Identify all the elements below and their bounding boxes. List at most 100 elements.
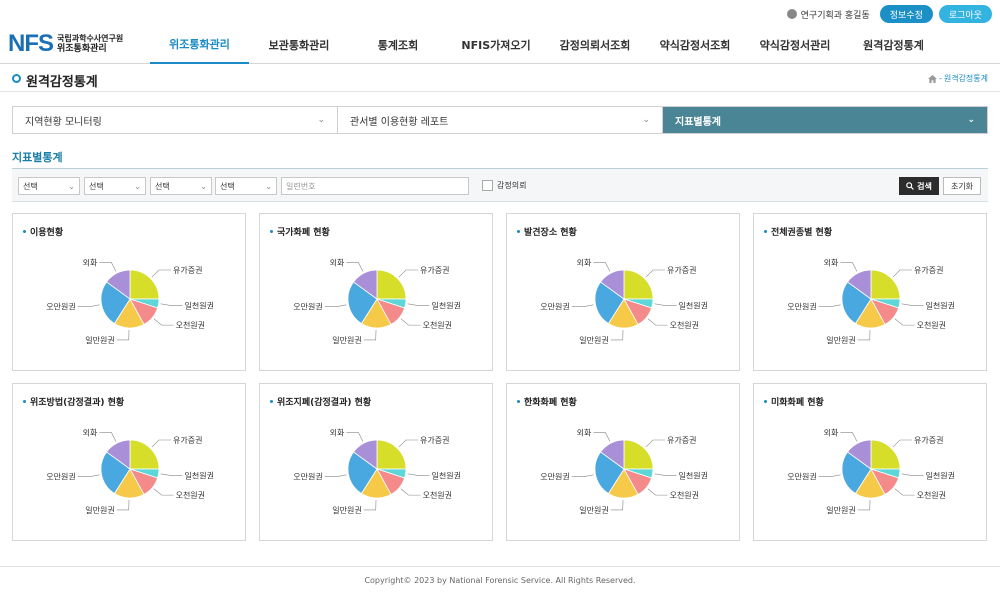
card-title-text: 국가화폐 현황 [277,228,330,238]
slice-label: 일천원권 [184,470,213,480]
logo[interactable]: NFS 국립과학수사연구원 위조통화관리 [8,30,123,58]
slice-leader-line [400,318,421,326]
bullet-icon [764,230,767,233]
user-name: 연구기획과 홍길동 [800,10,870,21]
title-ring-icon [12,74,21,83]
filter-select-1-value: 선택 [23,181,38,191]
slice-leader-line [645,439,665,448]
nav-item-2[interactable]: 보관통화관리 [249,26,349,64]
pie-chart: 유가증권일천원권오천원권일만원권 오만원권 외화 [540,427,708,515]
slice-leader-line [407,473,430,476]
chart-card: 이용현황 유가증권 일천원권 오천원권 일만원권 오만원권 외화 [12,213,246,371]
slice-label: 외화 [824,427,839,437]
slice-label: 일천원권 [184,300,213,310]
nav-item-7[interactable]: 약식감정서관리 [745,26,845,64]
slice-label: 일천원권 [678,470,707,480]
slice-label: 유가증권 [914,435,943,445]
chevron-down-icon: ⌄ [642,115,650,125]
card-title: 위조방법(감정결과) 현황 [23,395,124,408]
bullet-icon [517,400,520,403]
slice-leader-line [593,432,611,442]
pie-chart: 유가증권일천원권오천원권일만원권 오만원권 외화 [46,257,214,345]
slice-leader-line [901,303,924,306]
slice-label: 오천원권 [423,320,452,330]
slice-leader-line [857,499,871,511]
filter-select-4[interactable]: 선택 ⌄ [215,177,277,195]
user-icon [786,9,797,19]
slice-label: 외화 [83,257,98,267]
card-title: 발견장소 현황 [517,225,577,238]
nav-item-5[interactable]: 감정의뢰서조회 [545,26,645,64]
tab-bar: 지역현황 모니터링 ⌄ 관서별 이용현황 레포트 ⌄ 지표별통계 ⌄ [12,106,988,134]
slice-label: 일만원권 [579,335,608,345]
appraisal-request-checkbox[interactable]: 감정의뢰 [482,180,526,191]
slice-label: 일만원권 [826,335,855,345]
slice-leader-line [160,303,183,306]
slice-label: 일만원권 [332,505,361,515]
nav-item-8[interactable]: 원격감정통계 [845,26,942,64]
slice-label: 일만원권 [826,505,855,515]
footer: Copyright© 2023 by National Forensic Ser… [0,566,1000,592]
checkbox-box[interactable] [482,180,493,191]
slice-leader-line [400,488,421,496]
slice-label: 유가증권 [420,265,449,275]
card-title: 국가화폐 현황 [270,225,330,238]
bullet-icon [270,230,273,233]
slice-label: 외화 [577,427,592,437]
slice-leader-line [324,474,347,477]
slice-leader-line [151,439,171,448]
pie-chart: 유가증권일천원권오천원권일만원권 오만원권 외화 [46,427,214,515]
chart-card: 발견장소 현황 유가증권 일천원권 오천원권 일만원권 오만원권 외화 [506,213,740,371]
card-title: 미화화폐 현황 [764,395,824,408]
logo-text: 국립과학수사연구원 위조통화관리 [57,34,123,54]
reset-button[interactable]: 초기화 [943,177,981,195]
slice-leader-line [324,304,347,307]
logout-button[interactable]: 로그아웃 [938,5,992,23]
logo-line2: 위조통화관리 [57,44,107,54]
card-title-text: 위조지폐(감정결과) 현황 [277,398,372,408]
edit-profile-button[interactable]: 정보수정 [879,5,933,23]
bullet-icon [517,230,520,233]
nav-item-4[interactable]: NFIS가져오기 [447,26,545,64]
slice-leader-line [654,303,677,306]
utility-bar: 연구기획과 홍길동 정보수정 로그아웃 [786,4,992,24]
chart-card: 전체권종별 현황 유가증권 일천원권 오천원권 일만원권 오만원권 외화 [753,213,987,371]
slice-label: 유가증권 [914,265,943,275]
slice-label: 일만원권 [332,335,361,345]
slice-label: 외화 [824,257,839,267]
slice-label: 유가증권 [667,435,696,445]
nav-item-3[interactable]: 통계조회 [349,26,447,64]
pie-chart: 유가증권일천원권오천원권일만원권 오만원권 외화 [293,257,461,345]
slice-label: 일만원권 [579,505,608,515]
slice-leader-line [894,488,915,496]
bullet-icon [764,400,767,403]
nav-item-1[interactable]: 위조통화관리 [150,26,249,64]
slice-leader-line [818,304,841,307]
tab-1[interactable]: 지역현황 모니터링 ⌄ [13,107,338,133]
slice-leader-line [398,439,418,448]
chevron-down-icon: ⌄ [265,181,272,191]
tab-2[interactable]: 관서별 이용현황 레포트 ⌄ [338,107,663,133]
slice-label: 일천원권 [431,300,460,310]
slice-label: 일만원권 [85,335,114,345]
tab-3[interactable]: 지표별통계 ⌄ [663,107,987,133]
card-title: 전체권종별 현황 [764,225,832,238]
filter-select-3[interactable]: 선택 ⌄ [150,177,212,195]
slice-leader-line [363,499,377,511]
filter-select-2-value: 선택 [89,181,104,191]
slice-label: 외화 [83,427,98,437]
slice-leader-line [116,499,130,511]
search-button[interactable]: 검색 [899,177,939,195]
home-icon[interactable] [927,74,937,83]
slice-label: 유가증권 [420,435,449,445]
filter-select-1[interactable]: 선택 ⌄ [18,177,80,195]
slice-leader-line [857,329,871,341]
nav-item-6[interactable]: 약식감정서조회 [645,26,745,64]
slice-label: 일천원권 [431,470,460,480]
serial-number-input[interactable]: 일련번호 [281,177,469,195]
filter-select-2[interactable]: 선택 ⌄ [84,177,146,195]
slice-leader-line [153,318,174,326]
slice-label: 오만원권 [787,302,816,312]
slice-label: 외화 [330,427,345,437]
chart-card: 위조지폐(감정결과) 현황 유가증권 일천원권 오천원권 일만원권 오만원권 외화 [259,383,493,541]
